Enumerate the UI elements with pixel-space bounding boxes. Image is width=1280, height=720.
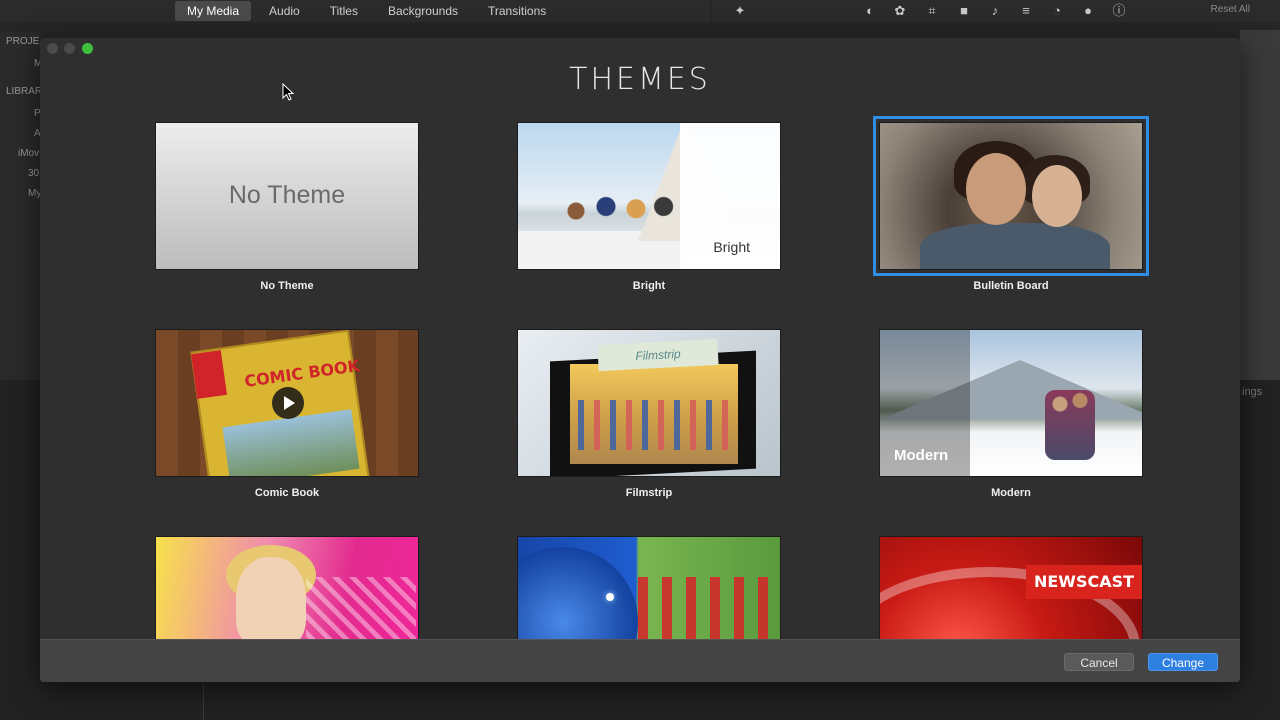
close-window-button[interactable] (47, 43, 58, 54)
theme-thumbnail[interactable] (155, 536, 419, 639)
theme-tile-comic-book[interactable]: COMIC BOOK Comic Book (155, 329, 419, 499)
change-button[interactable]: Change (1148, 653, 1218, 671)
theme-tile-bulletin-board[interactable]: Bulletin Board (873, 116, 1149, 292)
theme-label: Bright (632, 280, 666, 292)
theme-tile-sports[interactable] (517, 536, 781, 639)
themes-grid: No Theme No Theme Bright Bright Bulletin… (40, 114, 1240, 639)
tab-audio[interactable]: Audio (257, 1, 312, 21)
girl-image (236, 557, 306, 639)
theme-thumbnail[interactable]: Filmstrip (517, 329, 781, 477)
tab-transitions[interactable]: Transitions (476, 1, 558, 21)
color-palette-icon[interactable]: ✿ (892, 3, 908, 19)
theme-tile-newscast[interactable]: NEWSCAST (879, 536, 1143, 639)
theme-label: Modern (991, 487, 1031, 499)
face-image (1032, 165, 1082, 227)
projects-heading: PROJE (6, 36, 40, 47)
theme-label: Bulletin Board (973, 280, 1049, 292)
theme-thumbnail[interactable]: NEWSCAST (879, 536, 1143, 639)
play-icon[interactable] (272, 387, 304, 419)
magic-wand-icon[interactable]: ✦ (732, 3, 748, 19)
face-image (966, 153, 1026, 225)
libraries-heading: LIBRAR (6, 86, 40, 97)
speed-icon[interactable]: ◔ (1049, 3, 1065, 19)
browser-tabs: My Media Audio Titles Backgrounds Transi… (0, 0, 710, 22)
tab-backgrounds[interactable]: Backgrounds (376, 1, 470, 21)
minimize-window-button[interactable] (64, 43, 75, 54)
thumbnail-text: Bright (713, 239, 750, 255)
color-balance-icon[interactable]: ◐ (862, 3, 878, 19)
camera-icon[interactable]: ■ (956, 3, 972, 19)
volume-icon[interactable]: ♪ (987, 3, 1003, 19)
theme-tile-pop[interactable] (155, 536, 419, 639)
theme-tile-no-theme[interactable]: No Theme No Theme (155, 122, 419, 292)
theme-thumbnail[interactable]: No Theme (155, 122, 419, 270)
theme-tile-bright[interactable]: Bright Bright (517, 122, 781, 292)
theme-thumbnail[interactable] (873, 116, 1149, 276)
equalizer-icon[interactable]: ≡ (1018, 3, 1034, 19)
theme-tile-filmstrip[interactable]: Filmstrip Filmstrip (517, 329, 781, 499)
viewer-edge (1240, 30, 1280, 380)
libraries-sidebar: PROJE M LIBRAR P A iMov 30 My (0, 32, 42, 382)
theme-thumbnail[interactable]: Modern (879, 329, 1143, 477)
info-icon[interactable]: ⓘ (1111, 3, 1127, 19)
people-body-image (920, 223, 1110, 269)
crop-icon[interactable]: ⌗ (924, 3, 940, 19)
reset-all-button[interactable]: Reset All (1211, 4, 1250, 15)
timeline-divider (203, 682, 204, 720)
location-dot-icon (606, 593, 614, 601)
dialog-footer: Cancel Change (40, 639, 1240, 682)
globe-image (518, 547, 638, 639)
filter-icon[interactable]: ● (1080, 3, 1096, 19)
family-image (1045, 390, 1095, 460)
thumbnail-text: Modern (894, 447, 949, 464)
themes-dialog: THEMES No Theme No Theme Bright Bright B… (40, 38, 1240, 682)
dialog-title: THEMES (569, 62, 711, 97)
theme-label: No Theme (260, 280, 314, 292)
people-image (558, 193, 678, 238)
settings-button-fragment[interactable]: ings (1242, 386, 1262, 398)
viewer-toolbar: ✦ ◐ ✿ ⌗ ■ ♪ ≡ ◔ ● ⓘ Reset All (712, 0, 1280, 22)
zoom-window-button[interactable] (82, 43, 93, 54)
thumbnail-text: NEWSCAST (1026, 565, 1142, 599)
tab-my-media[interactable]: My Media (175, 1, 252, 21)
stripe-pattern (306, 577, 416, 639)
theme-label: Comic Book (254, 487, 320, 499)
children-image (638, 577, 778, 639)
children-image (578, 400, 728, 450)
cancel-button[interactable]: Cancel (1064, 653, 1134, 671)
theme-thumbnail[interactable]: COMIC BOOK (155, 329, 419, 477)
theme-tile-modern[interactable]: Modern Modern (879, 329, 1143, 499)
comic-sticker-image (191, 350, 227, 399)
theme-label: Filmstrip (625, 487, 673, 499)
theme-thumbnail[interactable] (517, 536, 781, 639)
theme-thumbnail[interactable]: Bright (517, 122, 781, 270)
tab-titles[interactable]: Titles (318, 1, 370, 21)
thumbnail-text: No Theme (228, 181, 346, 209)
